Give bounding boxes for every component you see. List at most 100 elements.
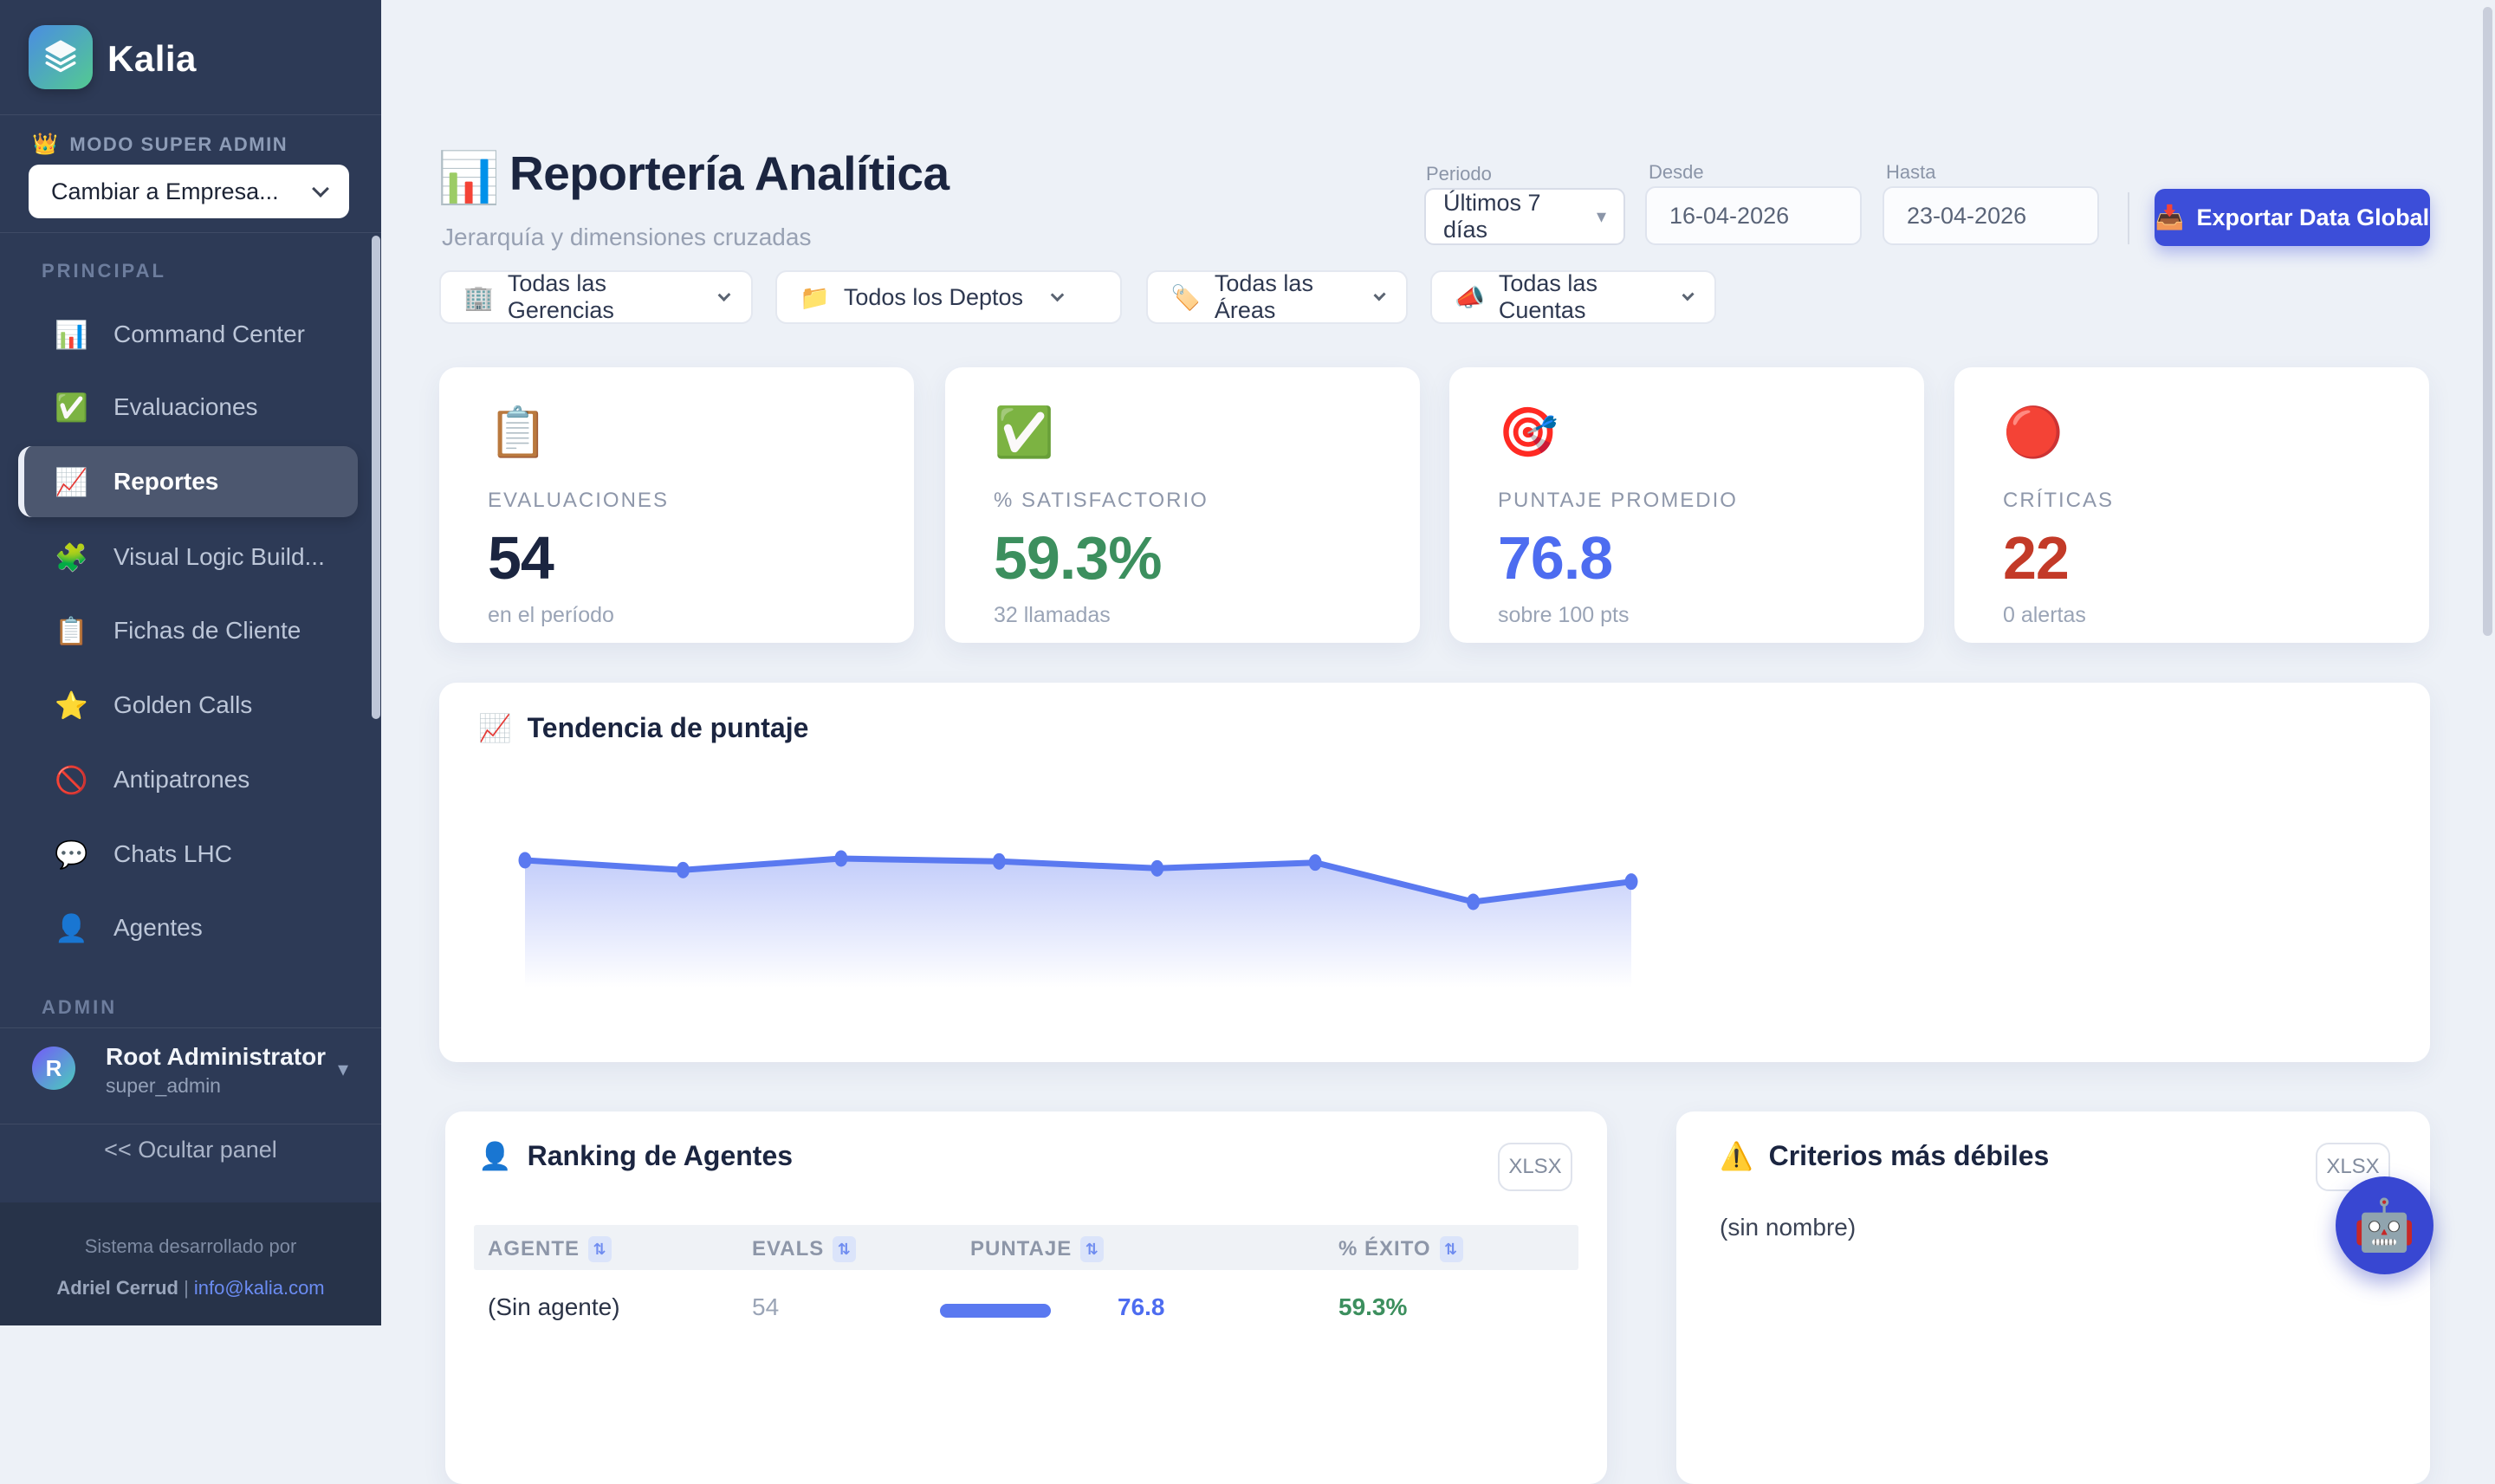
kpi-label: PUNTAJE PROMEDIO <box>1498 489 1876 513</box>
column-header-evals[interactable]: EVALS ⇅ <box>752 1236 856 1262</box>
trend-line-chart <box>502 824 1655 1010</box>
filter-gerencias[interactable]: 🏢 Todas las Gerencias <box>439 270 753 324</box>
kpi-value: 22 <box>2003 523 2381 593</box>
kpi-subtext: sobre 100 pts <box>1498 603 1876 628</box>
date-to-input[interactable] <box>1883 186 2099 245</box>
user-menu[interactable]: R Root Administrator super_admin ▾ <box>0 1041 381 1111</box>
kpi-subtext: en el período <box>488 603 865 628</box>
section-label-principal: PRINCIPAL <box>42 260 166 282</box>
cell-exito: 59.3% <box>1338 1293 1407 1321</box>
kpi-card-puntaje-promedio: 🎯 PUNTAJE PROMEDIO 76.8 sobre 100 pts <box>1449 367 1924 643</box>
chevron-down-icon <box>312 180 329 198</box>
footer-author: Adriel Cerrud <box>56 1277 178 1299</box>
trend-area-fill <box>525 859 1631 1010</box>
chart-increasing-icon: 📈 <box>55 466 86 498</box>
sidebar-item-reportes[interactable]: 📈 Reportes <box>18 446 358 517</box>
filter-deptos[interactable]: 📁 Todos los Deptos <box>775 270 1122 324</box>
person-icon: 👤 <box>55 912 86 944</box>
sidebar-item-command-center[interactable]: 📊 Command Center <box>18 300 358 369</box>
sort-icon[interactable]: ⇅ <box>588 1236 612 1262</box>
period-label: Periodo <box>1426 163 1492 185</box>
filter-cuentas[interactable]: 📣 Todas las Cuentas <box>1430 270 1716 324</box>
trend-point <box>677 862 690 878</box>
kalia-logo <box>29 25 93 89</box>
kpi-label: CRÍTICAS <box>2003 489 2381 513</box>
sidebar-divider <box>0 232 381 233</box>
date-from-label: Desde <box>1649 161 1704 184</box>
megaphone-icon: 📣 <box>1455 283 1485 312</box>
clipboard-icon: 📋 <box>488 405 865 459</box>
kpi-card-evaluaciones: 📋 EVALUACIONES 54 en el período <box>439 367 914 643</box>
user-role: super_admin <box>106 1074 221 1098</box>
page-subtitle: Jerarquía y dimensiones cruzadas <box>442 224 811 251</box>
sidebar-item-golden-calls[interactable]: ⭐ Golden Calls <box>18 671 358 740</box>
collapse-panel-button[interactable]: << Ocultar panel <box>0 1137 381 1163</box>
chevron-down-icon <box>1051 288 1065 301</box>
folder-icon: 📁 <box>800 283 830 312</box>
caret-down-icon: ▾ <box>1597 205 1606 228</box>
user-name: Root Administrator <box>106 1043 326 1071</box>
sort-icon[interactable]: ⇅ <box>1080 1236 1104 1262</box>
sidebar-scrollbar-thumb[interactable] <box>372 236 380 719</box>
chevron-down-icon <box>1682 288 1694 301</box>
date-from-input[interactable] <box>1645 186 1862 245</box>
column-header-exito[interactable]: % ÉXITO ⇅ <box>1338 1236 1463 1262</box>
sidebar-item-antipatrones[interactable]: 🚫 Antipatrones <box>18 745 358 814</box>
sidebar-item-agentes[interactable]: 👤 Agentes <box>18 893 358 962</box>
prohibited-icon: 🚫 <box>55 764 86 796</box>
column-header-puntaje[interactable]: PUNTAJE ⇅ <box>970 1236 1104 1262</box>
check-icon: ✅ <box>55 392 86 424</box>
kpi-value: 59.3% <box>994 523 1371 593</box>
criterios-debiles-card: ⚠️ Criterios más débiles XLSX (sin nombr… <box>1676 1111 2430 1484</box>
sidebar-item-evaluaciones[interactable]: ✅ Evaluaciones <box>18 373 358 442</box>
chevron-down-icon <box>1373 288 1385 301</box>
column-header-agente[interactable]: AGENTE ⇅ <box>488 1236 612 1262</box>
footer-line1: Sistema desarrollado por <box>0 1235 381 1258</box>
super-admin-mode-label: 👑 MODO SUPER ADMIN <box>32 132 288 157</box>
avatar: R <box>32 1047 75 1090</box>
kpi-label: % SATISFACTORIO <box>994 489 1371 513</box>
kpi-value: 54 <box>488 523 865 593</box>
sidebar-divider <box>0 1027 381 1028</box>
cell-evals: 54 <box>752 1293 779 1321</box>
filter-areas[interactable]: 🏷️ Todas las Áreas <box>1146 270 1408 324</box>
trend-card: 📈 Tendencia de puntaje <box>439 683 2430 1062</box>
trend-point <box>834 851 847 867</box>
company-select[interactable]: Cambiar a Empresa... <box>29 165 349 218</box>
layers-icon <box>42 37 79 78</box>
sort-icon[interactable]: ⇅ <box>1440 1236 1463 1262</box>
office-building-icon: 🏢 <box>463 283 494 312</box>
sidebar-header: Kalia <box>0 0 381 115</box>
criteria-card-title: ⚠️ Criterios más débiles <box>1720 1140 2049 1172</box>
sidebar-footer: Sistema desarrollado por Adriel Cerrud |… <box>0 1202 381 1325</box>
cell-agente: (Sin agente) <box>488 1293 620 1321</box>
clipboard-icon: 📋 <box>55 615 86 647</box>
puzzle-icon: 🧩 <box>55 541 86 574</box>
sidebar-item-chats-lhc[interactable]: 💬 Chats LHC <box>18 820 358 889</box>
label-tag-icon: 🏷️ <box>1170 283 1201 312</box>
footer-email-link[interactable]: info@kalia.com <box>194 1277 325 1299</box>
trend-point <box>1467 894 1480 910</box>
bar-chart-icon: 📊 <box>437 149 500 208</box>
trend-point <box>1309 854 1322 871</box>
header-divider <box>2128 192 2129 244</box>
ranking-card-title: 👤 Ranking de Agentes <box>478 1140 793 1172</box>
sort-icon[interactable]: ⇅ <box>833 1236 856 1262</box>
page-scrollbar-thumb[interactable] <box>2483 7 2492 636</box>
date-to-label: Hasta <box>1886 161 1935 184</box>
star-icon: ⭐ <box>55 690 86 722</box>
chatbot-button[interactable]: 🤖 <box>2336 1176 2433 1274</box>
ranking-xlsx-export-button[interactable]: XLSX <box>1498 1143 1572 1191</box>
export-global-data-button[interactable]: 📥 Exportar Data Global <box>2155 189 2430 246</box>
page-title: Reportería Analítica <box>509 146 949 201</box>
trend-point <box>1625 873 1638 890</box>
kpi-label: EVALUACIONES <box>488 489 865 513</box>
trend-card-title: 📈 Tendencia de puntaje <box>478 712 808 744</box>
footer-credits: Adriel Cerrud | info@kalia.com <box>0 1277 381 1299</box>
puntaje-progress-bar <box>940 1304 1051 1318</box>
app-title: Kalia <box>107 38 197 80</box>
sidebar-item-visual-logic-builder[interactable]: 🧩 Visual Logic Build... <box>18 522 358 592</box>
period-select[interactable]: Últimos 7 días ▾ <box>1424 188 1625 245</box>
crown-icon: 👑 <box>32 132 59 157</box>
sidebar-item-fichas-de-cliente[interactable]: 📋 Fichas de Cliente <box>18 596 358 665</box>
